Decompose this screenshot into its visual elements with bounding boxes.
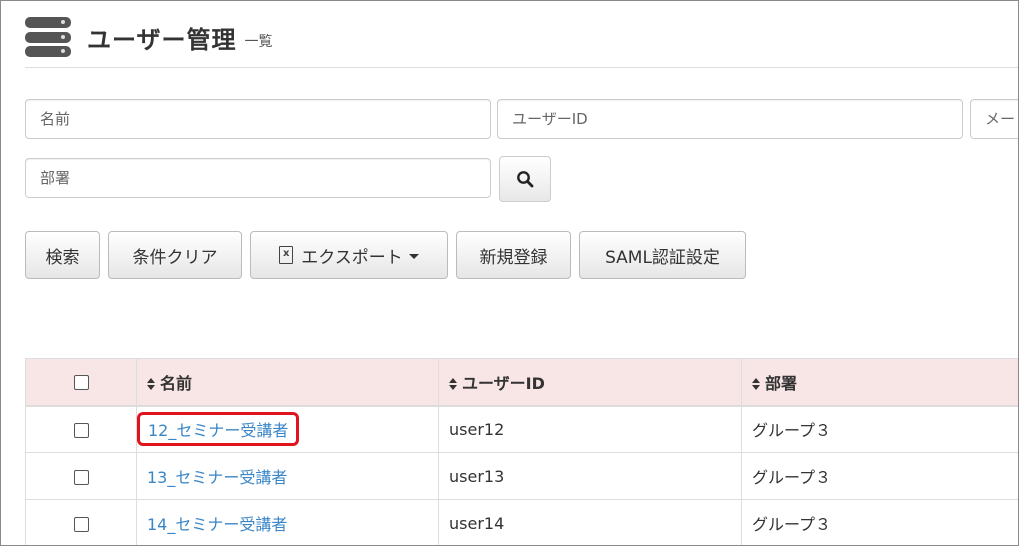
department-filter-field[interactable] xyxy=(25,158,491,198)
export-label: エクスポート xyxy=(301,247,403,268)
user-name-link[interactable]: 12_セミナー受講者 xyxy=(148,421,288,440)
row-select-cell xyxy=(25,405,137,453)
table-row: 12_セミナー受講者 user12 グループ３ xyxy=(25,405,1018,453)
clear-conditions-button[interactable]: 条件クリア xyxy=(108,231,242,279)
user-name-cell: 14_セミナー受講者 xyxy=(136,499,439,545)
row-select-cell xyxy=(25,452,137,500)
select-all-cell xyxy=(25,358,137,407)
search-icon xyxy=(517,171,534,188)
excel-file-icon: x xyxy=(279,246,294,264)
database-icon xyxy=(25,17,71,57)
department-filter-input[interactable] xyxy=(26,159,490,197)
user-id-filter-input[interactable] xyxy=(498,100,962,138)
row-select-cell xyxy=(25,499,137,545)
search-button[interactable]: 検索 xyxy=(25,231,100,279)
name-filter-input[interactable] xyxy=(26,100,490,138)
table-row: 14_セミナー受講者 user14 グループ３ xyxy=(25,499,1018,545)
highlight-box: 12_セミナー受講者 xyxy=(137,412,300,447)
sort-icon xyxy=(449,377,458,390)
user-id-cell: user14 xyxy=(438,499,742,545)
department-cell: グループ３ xyxy=(741,452,1018,500)
mail-filter-field[interactable] xyxy=(970,99,1018,139)
user-management-page: ユーザー管理 一覧 検索 条件クリア x エクスポート 新規登録 SAML認証設… xyxy=(0,0,1019,546)
user-id-cell: user13 xyxy=(438,452,742,500)
page-title: ユーザー管理 xyxy=(87,25,237,54)
sort-icon xyxy=(752,377,761,390)
table-header-row: 名前 ユーザーID 部署 xyxy=(25,358,1018,407)
header-divider xyxy=(25,67,1018,68)
table-row: 13_セミナー受講者 user13 グループ３ xyxy=(25,452,1018,500)
user-name-cell: 13_セミナー受講者 xyxy=(136,452,439,500)
department-cell: グループ３ xyxy=(741,405,1018,453)
column-header-user-id[interactable]: ユーザーID xyxy=(438,358,742,407)
caret-down-icon xyxy=(408,253,419,259)
page-subtitle: 一覧 xyxy=(244,34,273,50)
mail-filter-input[interactable] xyxy=(971,100,1018,138)
column-header-department[interactable]: 部署 xyxy=(741,358,1018,407)
select-all-checkbox[interactable] xyxy=(73,375,89,391)
user-id-cell: user12 xyxy=(438,405,742,453)
search-icon-button[interactable] xyxy=(499,156,551,202)
row-checkbox[interactable] xyxy=(73,422,89,438)
row-checkbox[interactable] xyxy=(73,469,89,485)
user-table: 名前 ユーザーID 部署 12_セミナー受講者 user12 グループ３ 13_… xyxy=(25,358,1018,545)
page-header: ユーザー管理 一覧 xyxy=(25,15,273,59)
row-checkbox[interactable] xyxy=(73,516,89,532)
user-name-link[interactable]: 13_セミナー受講者 xyxy=(147,468,287,487)
saml-settings-button[interactable]: SAML認証設定 xyxy=(579,231,746,279)
column-header-name[interactable]: 名前 xyxy=(136,358,439,407)
department-cell: グループ３ xyxy=(741,499,1018,545)
user-name-link[interactable]: 14_セミナー受講者 xyxy=(147,515,287,534)
user-name-cell: 12_セミナー受講者 xyxy=(136,405,439,453)
user-id-filter-field[interactable] xyxy=(497,99,963,139)
sort-icon xyxy=(147,377,156,390)
new-registration-button[interactable]: 新規登録 xyxy=(456,231,571,279)
name-filter-field[interactable] xyxy=(25,99,491,139)
action-toolbar: 検索 条件クリア x エクスポート 新規登録 SAML認証設定 xyxy=(25,231,754,279)
export-dropdown-button[interactable]: x エクスポート xyxy=(250,231,448,279)
